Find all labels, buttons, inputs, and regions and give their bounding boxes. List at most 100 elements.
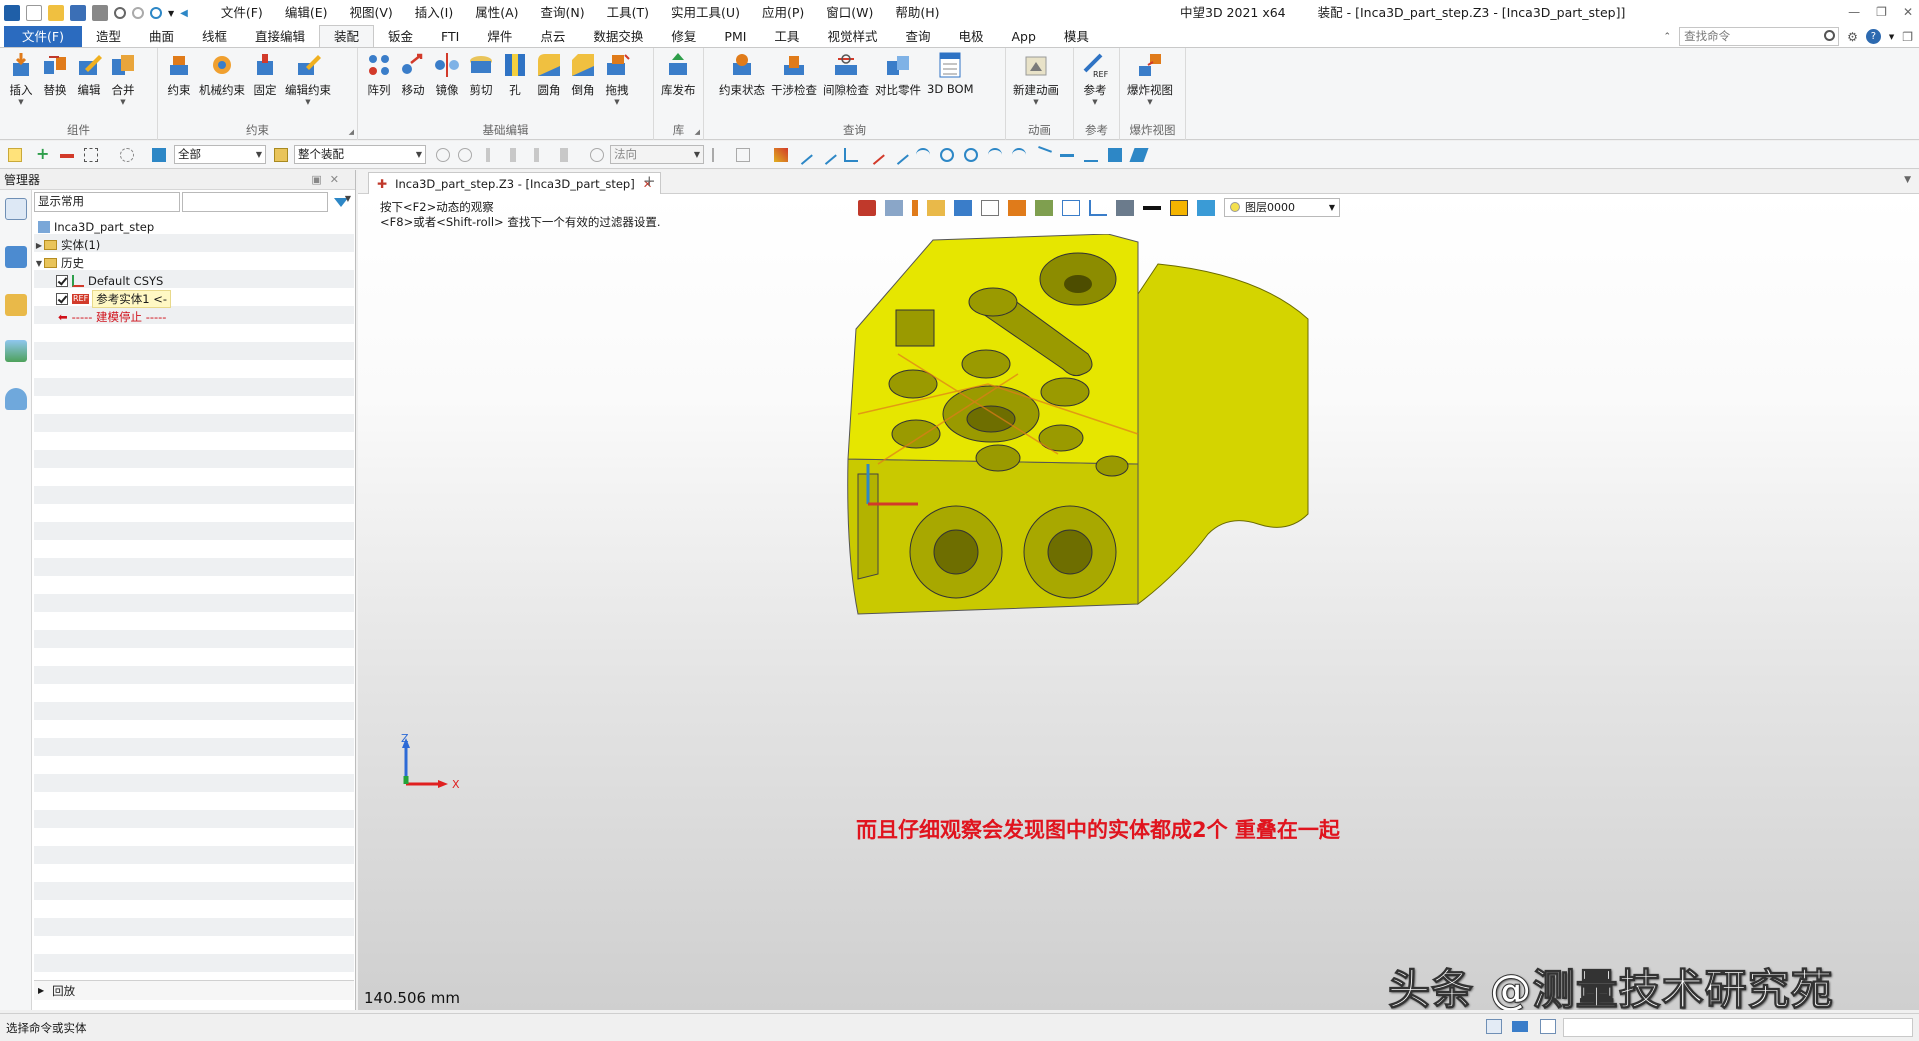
part-curved-face[interactable] [1137,263,1309,606]
view-cube-icon[interactable] [954,199,972,216]
align-2-icon[interactable] [510,148,516,162]
rollback-bar[interactable]: ▶ 回放 [34,980,354,1000]
part-model[interactable] [838,234,1368,634]
snap-arc-icon[interactable] [916,148,930,162]
compare-parts-button[interactable]: 对比零件 [872,51,924,98]
fill-color-icon[interactable] [1170,199,1188,216]
visibility-checkbox[interactable] [56,275,68,287]
normal-combo[interactable]: 法向 ▼ [610,145,704,164]
rotate-icon[interactable] [458,148,472,162]
tab-pmi[interactable]: PMI [710,26,760,47]
wire-cube-icon[interactable] [981,199,999,216]
history-tree-icon[interactable] [5,198,27,220]
snap-midpoint-icon[interactable] [817,145,837,165]
drag-button[interactable]: 拖拽 ▼ [600,51,634,106]
hole-button[interactable]: 孔 [498,51,532,106]
reference-button[interactable]: REF 参考 ▼ [1078,51,1112,106]
mechanical-constraint-button[interactable]: 机械约束 [196,51,248,106]
back-arrow-icon[interactable]: ◀ [180,8,188,19]
snap-angle-icon[interactable] [844,148,858,162]
scope-combo[interactable]: 整个装配 ▼ [294,145,426,164]
move-button[interactable]: 移动 [396,51,430,106]
tab-assembly[interactable]: 装配 [319,25,375,47]
add-icon[interactable]: + [36,146,50,162]
dimension-icon[interactable] [1089,199,1107,216]
merge-component-button[interactable]: 合并 ▼ [106,51,140,106]
visibility-checkbox[interactable] [56,293,68,305]
image-view-icon[interactable] [5,340,27,362]
display-mode-icon[interactable] [885,199,903,216]
align-3-icon[interactable] [534,148,539,162]
tab-point-cloud[interactable]: 点云 [526,26,579,47]
align-4-icon[interactable] [560,148,568,162]
tab-repair[interactable]: 修复 [657,26,710,47]
tab-weldment[interactable]: 焊件 [473,26,526,47]
expand-icon[interactable]: ▶ [34,241,44,250]
refresh-icon[interactable] [150,7,162,19]
menu-view[interactable]: 视图(V) [338,0,403,26]
clock-icon[interactable] [590,148,604,162]
exit-icon[interactable] [858,199,876,216]
help-icon[interactable]: ? [1865,29,1881,44]
snap-center-icon[interactable] [940,148,954,162]
pattern-button[interactable]: 阵列 [362,51,396,106]
lasso-select-icon[interactable] [120,148,134,162]
tab-tools[interactable]: 工具 [760,26,813,47]
display-combo[interactable]: 显示常用 ▼ [34,192,351,212]
new-tab-icon[interactable]: + [643,172,656,190]
line-color-icon[interactable] [1143,205,1161,210]
tree-filter-input[interactable] [182,192,328,212]
align-1-icon[interactable] [486,148,490,162]
new-animation-button[interactable]: 新建动画 ▼ [1010,51,1062,106]
tab-visual-style[interactable]: 视觉样式 [813,26,891,47]
interference-check-button[interactable]: 干涉检查 [768,51,820,98]
menu-file[interactable]: 文件(F) [210,0,274,26]
chamfer-button[interactable]: 倒角 [566,51,600,106]
document-tab[interactable]: ✚ Inca3D_part_step.Z3 - [Inca3D_part_ste… [368,172,662,194]
fix-button[interactable]: 固定 [248,51,282,106]
tree-item-root[interactable]: Inca3D_part_step [38,218,154,236]
box-select-icon[interactable] [84,148,98,162]
tab-mold[interactable]: 模具 [1050,26,1103,47]
tab-wireframe[interactable]: 线框 [188,26,241,47]
background-icon[interactable] [1116,199,1134,216]
tab-app[interactable]: App [997,26,1049,47]
tab-file[interactable]: 文件(F) [4,26,82,47]
shaded-cube-icon[interactable] [927,199,945,216]
snap-perpendicular-icon[interactable] [889,145,909,165]
panel-pin-close-icon[interactable]: ▣✕ [311,173,347,186]
tree-item-reference-solid[interactable]: REF 参考实体1 <- [56,290,171,308]
restore-subwindow-icon[interactable]: ❐ [1902,30,1913,44]
tab-surface[interactable]: 曲面 [135,26,188,47]
insert-component-button[interactable]: 插入 ▼ [4,51,38,106]
section-view-icon[interactable] [1008,199,1026,216]
3d-viewport[interactable]: 按下<F2>动态的观察 <F8>或者<Shift-roll> 查找下一个有效的过… [358,194,1919,1010]
tab-fti[interactable]: FTI [427,26,473,47]
tab-query[interactable]: 查询 [891,26,944,47]
tree-item-csys[interactable]: Default CSYS [56,272,163,290]
clearance-check-button[interactable]: 间隙检查 [820,51,872,98]
quick-access-dropdown-icon[interactable]: ▼ [168,9,174,18]
group-expand-icon[interactable]: ◢ [695,128,700,136]
edit-constraint-button[interactable]: 编辑约束 ▼ [282,51,334,106]
replace-component-button[interactable]: 替换 [38,51,72,106]
menu-apps[interactable]: 应用(P) [751,0,815,26]
menu-query[interactable]: 查询(N) [530,0,596,26]
menu-help[interactable]: 帮助(H) [884,0,950,26]
snap-face-icon[interactable] [1108,148,1122,162]
tree-item-modeling-stop[interactable]: ⬅ ----- 建模停止 ----- [58,308,166,326]
tab-modeling[interactable]: 造型 [82,26,135,47]
mirror-button[interactable]: 镜像 [430,51,464,106]
status-grid-icon[interactable] [1486,1019,1502,1034]
menu-utilities[interactable]: 实用工具(U) [660,0,751,26]
snap-endpoint-icon[interactable] [774,148,788,162]
pin-icon[interactable]: ✚ [377,177,387,191]
tab-sheet-metal[interactable]: 钣金 [374,26,427,47]
status-monitor-icon[interactable] [1512,1021,1528,1032]
layer-combo[interactable]: 图层0000 ▼ [1224,198,1340,217]
fillet-button[interactable]: 圆角 [532,51,566,106]
search-icon[interactable] [1824,30,1836,41]
user-icon[interactable] [5,388,27,410]
snap-curve-icon[interactable] [988,148,1002,162]
redo-icon[interactable] [132,7,144,19]
